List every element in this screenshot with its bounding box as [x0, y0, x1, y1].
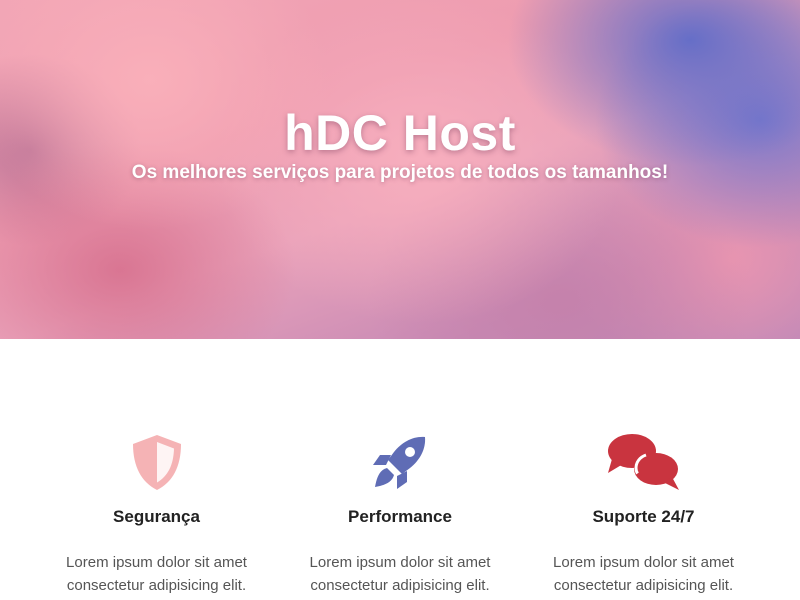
features-section: Segurança Lorem ipsum dolor sit amet con… — [0, 339, 800, 600]
shield-icon — [35, 431, 278, 493]
feature-security: Segurança Lorem ipsum dolor sit amet con… — [35, 339, 278, 600]
feature-description: Lorem ipsum dolor sit amet consectetur a… — [553, 554, 734, 594]
feature-support: Suporte 24/7 Lorem ipsum dolor sit amet … — [522, 339, 765, 600]
hero-subtitle: Os melhores serviços para projetos de to… — [131, 162, 669, 183]
feature-description: Lorem ipsum dolor sit amet consectetur a… — [309, 554, 491, 594]
feature-description: Lorem ipsum dolor sit amet consectetur a… — [66, 554, 247, 594]
hero-banner: hDC Host Os melhores serviços para proje… — [0, 0, 800, 339]
hero-title: hDC Host — [284, 105, 516, 161]
feature-performance: Performance Lorem ipsum dolor sit amet c… — [279, 339, 522, 600]
feature-title: Segurança — [113, 507, 200, 526]
chat-bubbles-icon — [522, 431, 765, 493]
feature-title: Suporte 24/7 — [592, 507, 695, 526]
feature-title: Performance — [348, 507, 452, 526]
rocket-icon — [279, 431, 522, 493]
